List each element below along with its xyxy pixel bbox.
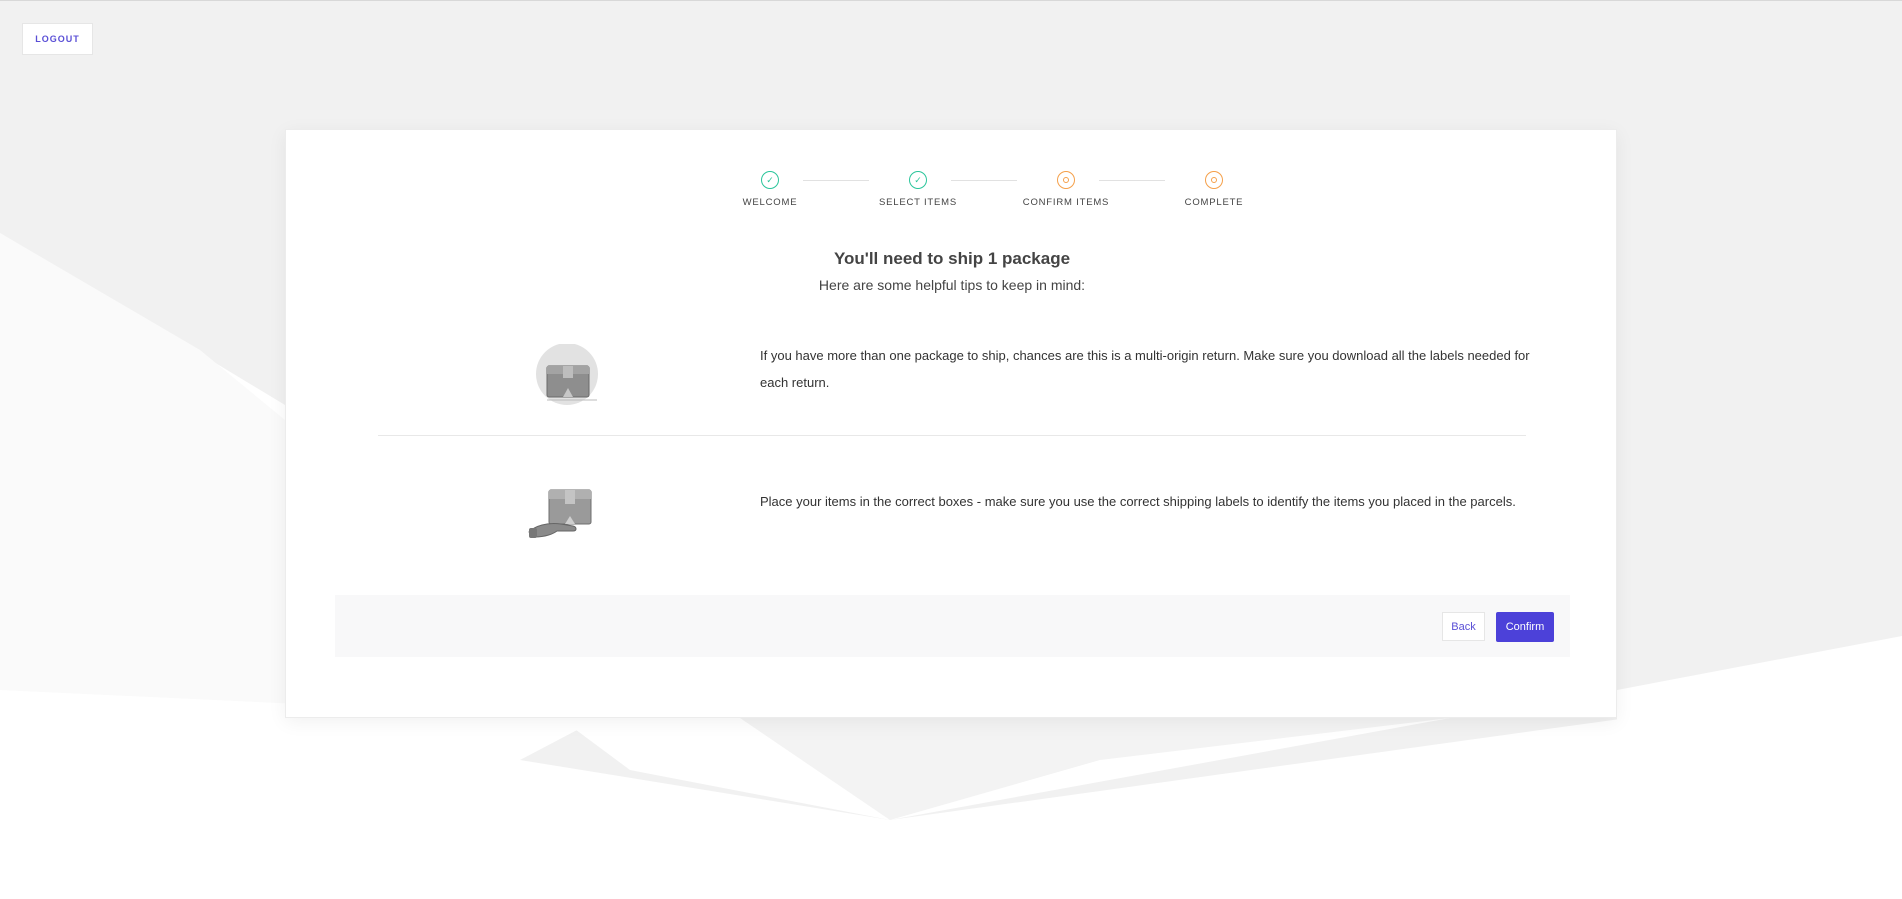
step-label: COMPLETE bbox=[1184, 197, 1244, 208]
confirm-button[interactable]: Confirm bbox=[1496, 612, 1554, 642]
progress-stepper: ✓ WELCOME ✓ SELECT ITEMS CONFIRM ITEMS C… bbox=[700, 171, 1243, 221]
action-footer: Back Confirm bbox=[335, 595, 1570, 657]
package-icon bbox=[535, 343, 601, 411]
page-subtitle: Here are some helpful tips to keep in mi… bbox=[818, 277, 1086, 293]
step-select-items: ✓ SELECT ITEMS bbox=[848, 171, 988, 208]
return-card: ✓ WELCOME ✓ SELECT ITEMS CONFIRM ITEMS C… bbox=[285, 129, 1617, 718]
step-label: WELCOME bbox=[742, 197, 798, 208]
pending-dot-icon bbox=[1057, 171, 1075, 189]
step-complete: COMPLETE bbox=[1144, 171, 1284, 208]
step-label: SELECT ITEMS bbox=[878, 197, 958, 208]
step-label: CONFIRM ITEMS bbox=[1022, 197, 1110, 208]
hand-package-icon bbox=[527, 488, 599, 545]
back-button[interactable]: Back bbox=[1442, 612, 1485, 641]
step-welcome: ✓ WELCOME bbox=[700, 171, 840, 208]
logout-button[interactable]: LOGOUT bbox=[22, 23, 93, 55]
tip-item: Place your items in the correct boxes - … bbox=[378, 488, 1526, 558]
pending-dot-icon bbox=[1205, 171, 1223, 189]
tip-item: If you have more than one package to shi… bbox=[378, 330, 1530, 436]
tip-text: Place your items in the correct boxes - … bbox=[760, 494, 1516, 509]
top-border bbox=[0, 0, 1902, 1]
check-icon: ✓ bbox=[909, 171, 927, 189]
page-title: You'll need to ship 1 package bbox=[833, 249, 1071, 268]
step-confirm-items: CONFIRM ITEMS bbox=[996, 171, 1136, 208]
check-icon: ✓ bbox=[761, 171, 779, 189]
tip-text: If you have more than one package to shi… bbox=[760, 348, 1530, 390]
